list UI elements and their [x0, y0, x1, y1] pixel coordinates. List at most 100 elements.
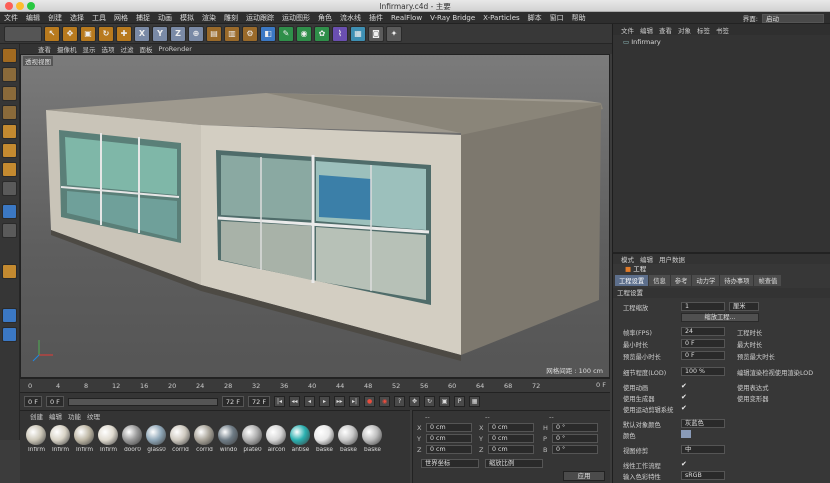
fps-field[interactable]: 24 [681, 327, 725, 336]
menu-item[interactable]: 插件 [365, 13, 387, 23]
scale-mode-dropdown[interactable]: 缩放比例 [485, 459, 543, 468]
camera-icon[interactable]: ◙ [368, 25, 384, 42]
material-thumbnail[interactable]: corrid [170, 425, 191, 453]
menu-item[interactable]: 工具 [88, 13, 110, 23]
rotate-tool-icon[interactable]: ↻ [98, 25, 114, 42]
material-thumbnail[interactable]: glass0 [146, 425, 167, 453]
menu-item[interactable]: 文件 [0, 13, 22, 23]
material-thumbnail[interactable]: baske [314, 425, 335, 453]
color-swatch[interactable] [681, 430, 691, 438]
param-key-icon[interactable]: P [454, 396, 466, 407]
coord-value-field[interactable]: 0 ° [552, 423, 598, 432]
light-icon[interactable]: ✦ [386, 25, 402, 42]
menu-item[interactable]: 动画 [154, 13, 176, 23]
material-thumbnail[interactable]: windo [218, 425, 239, 453]
material-thumbnail[interactable]: aircon [266, 425, 287, 453]
lock-workplane-icon[interactable] [2, 308, 17, 323]
go-to-start-icon[interactable]: |◂ [274, 396, 286, 407]
coordinate-system-icon[interactable]: ⊕ [188, 25, 204, 42]
coord-value-field[interactable]: 0 ° [552, 445, 598, 454]
coord-value-field[interactable]: 0 cm [488, 423, 534, 432]
object-menu-item[interactable]: 书签 [716, 25, 729, 35]
preview-min-field[interactable]: 0 F [681, 351, 725, 360]
make-editable-icon[interactable] [2, 48, 17, 63]
model-mode-icon[interactable] [2, 67, 17, 82]
position-key-icon[interactable]: ✥ [409, 396, 421, 407]
render-picture-icon[interactable]: ▥ [224, 25, 240, 42]
selection-tool-icon[interactable]: ↖ [44, 25, 60, 42]
floor-icon[interactable]: ▦ [350, 25, 366, 42]
object-menu-item[interactable]: 对象 [678, 25, 691, 35]
menu-item[interactable]: V-Ray Bridge [426, 14, 479, 22]
material-menu-item[interactable]: 功能 [68, 411, 81, 421]
interface-selector[interactable]: 界面: 启动 [743, 12, 824, 24]
coord-value-field[interactable]: 0 cm [426, 434, 472, 443]
max-frame-field[interactable]: 72 F [221, 396, 244, 407]
material-thumbnail[interactable]: baske [338, 425, 359, 453]
material-thumbnail[interactable]: door0 [122, 425, 143, 453]
rotation-key-icon[interactable]: ↻ [424, 396, 436, 407]
menu-item[interactable]: RealFlow [387, 14, 426, 22]
scale-key-icon[interactable]: ▣ [439, 396, 451, 407]
attribute-tab[interactable]: 信息 [649, 275, 670, 286]
menu-item[interactable]: 脚本 [524, 13, 546, 23]
undo-redo-button[interactable] [4, 25, 42, 42]
attribute-tab[interactable]: 帧查值 [754, 275, 782, 286]
coord-value-field[interactable]: 0 cm [426, 423, 472, 432]
cube-object-icon[interactable]: ◧ [260, 25, 276, 42]
array-icon[interactable]: ✿ [314, 25, 330, 42]
coord-value-field[interactable]: 0 cm [488, 445, 534, 454]
min-time-field[interactable]: 0 F [681, 339, 725, 348]
material-thumbnail[interactable]: baske [362, 425, 383, 453]
frame-range-slider[interactable] [67, 397, 218, 406]
axis-y-button[interactable]: Y [152, 25, 168, 42]
world-coordinates-dropdown[interactable]: 世界坐标 [421, 459, 479, 468]
menu-item[interactable]: 网格 [110, 13, 132, 23]
material-thumbnail[interactable]: Infirm [26, 425, 47, 453]
snap-icon[interactable] [2, 223, 17, 238]
edges-mode-icon[interactable] [2, 143, 17, 158]
menu-item[interactable]: 编辑 [22, 13, 44, 23]
end-frame-field[interactable]: 72 F [247, 396, 271, 407]
solo-icon[interactable] [2, 264, 17, 279]
object-menu-item[interactable]: 编辑 [640, 25, 653, 35]
tweak-mode-icon[interactable] [2, 204, 17, 219]
3d-viewport[interactable]: 透视视图 网格间距 : 100 cm [20, 54, 610, 378]
default-color-dropdown[interactable]: 灰蓝色 [681, 419, 725, 428]
min-frame-field[interactable]: 0 F [45, 396, 64, 407]
attribute-menu-item[interactable]: 编辑 [640, 254, 653, 264]
coord-value-field[interactable]: 0 cm [426, 445, 472, 454]
timeline-ruler[interactable]: 0 F 0 4 8 12 16 20 24 28 32 36 40 44 48 52 56 60 64 68 72 [20, 378, 610, 392]
play-icon[interactable]: ▸ [319, 396, 331, 407]
coord-value-field[interactable]: 0 ° [552, 434, 598, 443]
menu-item[interactable]: 角色 [314, 13, 336, 23]
menu-item[interactable]: 帮助 [568, 13, 590, 23]
menu-item[interactable]: 运动跟踪 [242, 13, 278, 23]
material-thumbnail[interactable]: plate0 [242, 425, 263, 453]
object-menu-item[interactable]: 文件 [621, 25, 634, 35]
menu-item[interactable]: 模拟 [176, 13, 198, 23]
object-menu-item[interactable]: 标签 [697, 25, 710, 35]
use-motion-system-checkbox[interactable]: ✔ [681, 404, 687, 412]
menu-item[interactable]: 创建 [44, 13, 66, 23]
add-tool-icon[interactable]: ✚ [116, 25, 132, 42]
go-to-end-icon[interactable]: ▸| [349, 396, 361, 407]
use-generator-checkbox[interactable]: ✔ [681, 393, 687, 401]
use-animation-checkbox[interactable]: ✔ [681, 382, 687, 390]
view-clipping-dropdown[interactable]: 中 [681, 445, 725, 454]
attribute-tab[interactable]: 参考 [670, 275, 692, 286]
menu-item[interactable]: 流水线 [336, 13, 365, 23]
attribute-menu-item[interactable]: 模式 [621, 254, 634, 264]
material-thumbnail[interactable]: Infirm [98, 425, 119, 453]
prev-frame-icon[interactable]: ◂ [304, 396, 316, 407]
next-frame-icon[interactable]: ▸▸ [334, 396, 346, 407]
viewport-menu-item[interactable]: 查看 [38, 44, 51, 54]
coord-value-field[interactable]: 0 cm [488, 434, 534, 443]
menu-item[interactable]: 窗口 [546, 13, 568, 23]
menu-item[interactable]: 雕刻 [220, 13, 242, 23]
lod-field[interactable]: 100 % [681, 367, 725, 376]
prev-key-icon[interactable]: ◂◂ [289, 396, 301, 407]
subdivision-icon[interactable]: ◉ [296, 25, 312, 42]
viewport-menu-item[interactable]: ProRender [159, 45, 192, 53]
start-frame-field[interactable]: 0 F [24, 396, 42, 407]
